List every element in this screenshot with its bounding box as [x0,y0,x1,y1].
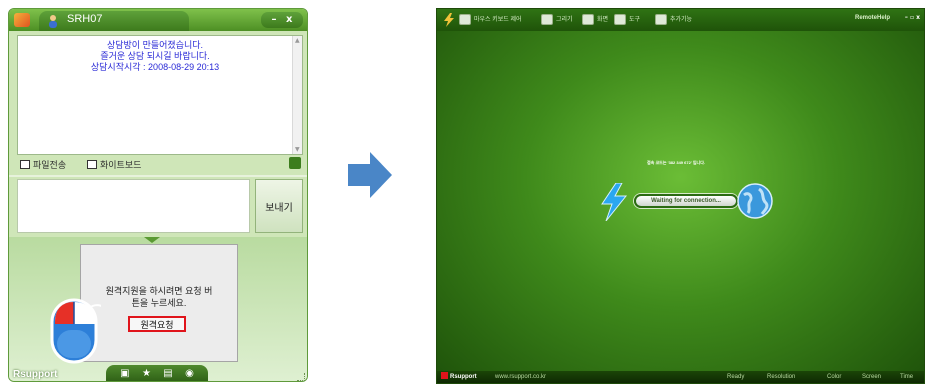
globe-icon [737,183,773,219]
menu-addons[interactable]: 추가기능 [655,13,692,27]
message-line: 상담시작시각 : 2008-08-29 20:13 [90,62,220,72]
status-url[interactable]: www.rsupport.co.kr [495,371,546,383]
mouse-icon [50,298,101,364]
tools-row: 파일전송 화이트보드 [17,157,303,171]
remote-window-controls: – ▫ x [905,14,920,21]
message-line: 즐거운 상담 되시길 바랍니다. [100,51,210,61]
menu-screen[interactable]: 화면 [582,13,608,27]
user-tab[interactable]: SRH07 [39,11,189,31]
lightning-icon [601,183,628,221]
request-text-line: 튼을 누르세요. [131,298,187,308]
remote-help-window: 마우스 키보드 제어 그리기 화면 도구 추가기능 RemoteHelp – ▫… [436,8,925,384]
whiteboard-label: 화이트보드 [100,160,142,170]
status-color: Color [827,374,842,380]
close-button[interactable]: x [286,14,292,25]
file-transfer-button[interactable]: 파일전송 [20,158,66,171]
divider [9,175,307,177]
mouse-keyboard-icon [459,13,471,25]
scroll-up-icon[interactable]: ▲ [295,37,300,44]
dock-toolbar: ▣ ★ ▤ ◉ [106,365,208,381]
tools-icon [614,13,626,25]
brand-label: Rsupport [13,369,58,380]
menu-label: 그리기 [556,17,573,23]
chat-bottom-bar: Rsupport ▣ ★ ▤ ◉ [9,361,307,381]
monitor-icon[interactable]: ▣ [120,368,129,380]
status-time: Time [900,374,914,380]
username-label: SRH07 [67,13,103,25]
menu-label: 화면 [597,17,609,23]
menu-tools[interactable]: 도구 [614,13,640,27]
menu-label: 도구 [629,17,641,23]
request-text-line: 원격지원을 하시려면 요청 버 [105,286,213,296]
status-brand-label: Rsupport [450,374,477,380]
message-line: 상담방이 만들어졌습니다. [106,40,204,50]
menu-label: 추가기능 [670,17,693,23]
request-instructions: 원격지원을 하시려면 요청 버 튼을 누르세요. [81,285,237,309]
chat-window: SRH07 – x 상담방이 만들어졌습니다. 즐거운 상담 되시길 바랍니다.… [8,8,308,382]
remote-status-bar: Rsupport www.rsupport.co.kr Ready Resolu… [437,371,924,383]
rsupport-logo-icon [441,372,448,379]
remote-request-panel: 원격지원을 하시려면 요청 버 튼을 누르세요. 원격요청 [80,244,238,362]
minimize-button[interactable]: – [905,14,908,21]
remote-title: RemoteHelp [854,15,890,21]
send-button[interactable]: 보내기 [255,179,303,233]
remote-request-button[interactable]: 원격요청 [128,316,186,332]
close-button[interactable]: x [916,14,920,21]
message-area[interactable]: 상담방이 만들어졌습니다. 즐거운 상담 되시길 바랍니다. 상담시작시각 : … [17,35,303,155]
menu-label: 마우스 키보드 제어 [474,17,522,23]
status-ready: Ready [727,374,745,380]
voice-icon[interactable] [289,157,301,169]
menu-draw[interactable]: 그리기 [541,13,573,27]
whiteboard-button[interactable]: 화이트보드 [87,158,141,171]
message-scrollbar[interactable]: ▲ ▼ [292,36,302,154]
maximize-button[interactable]: ▫ [910,14,914,21]
scroll-down-icon[interactable]: ▼ [295,146,300,153]
collapse-arrow-icon[interactable] [144,237,160,243]
chat-title-bar: SRH07 – x [9,9,307,31]
file-transfer-label: 파일전송 [33,160,67,170]
menu-mouse-keyboard[interactable]: 마우스 키보드 제어 [459,13,522,27]
connection-code-label: 접속 코드는 '382 349 672' 입니다. [647,160,706,165]
user-icon [49,15,57,28]
app-logo-icon [14,13,30,27]
request-area: 원격지원을 하시려면 요청 버 튼을 누르세요. 원격요청 Rsupport ▣… [9,237,307,381]
status-resolution: Resolution [767,374,796,380]
pencil-icon [541,13,553,25]
remote-toolbar: 마우스 키보드 제어 그리기 화면 도구 추가기능 RemoteHelp – ▫… [437,9,924,31]
lightning-logo-icon [444,13,454,27]
star-icon[interactable]: ★ [142,368,151,380]
whiteboard-icon [87,160,97,169]
right-arrow-icon [348,152,392,198]
folder-icon[interactable]: ▤ [163,368,172,380]
chat-input[interactable] [17,179,250,233]
addon-icon [655,13,667,25]
floppy-icon [20,160,30,169]
message-list: 상담방이 만들어졌습니다. 즐거운 상담 되시길 바랍니다. 상담시작시각 : … [18,36,302,73]
status-brand: Rsupport [441,371,477,383]
resize-grip-icon[interactable] [297,373,305,381]
webcam-icon[interactable]: ◉ [185,368,194,380]
minimize-button[interactable]: – [272,14,277,25]
status-screen: Screen [862,374,882,380]
screen-icon [582,13,594,25]
waiting-status: Waiting for connection... [634,194,738,208]
window-controls: – x [261,12,303,28]
